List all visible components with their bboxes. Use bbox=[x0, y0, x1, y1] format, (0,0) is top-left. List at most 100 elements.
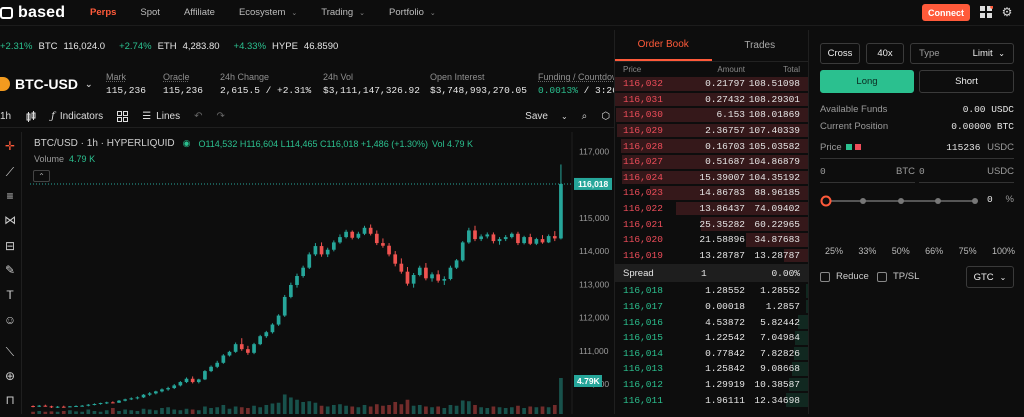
size-btc-input[interactable]: 0 BTC bbox=[820, 166, 915, 183]
collapse-legend-button[interactable]: ⌃ bbox=[33, 170, 50, 182]
percent-66[interactable]: 66% bbox=[925, 246, 943, 256]
stat-label: 24h Change bbox=[220, 72, 270, 82]
size-usdc-input[interactable]: 0 USDC bbox=[919, 166, 1014, 183]
parallel-channel-icon[interactable]: ⊟ bbox=[2, 238, 18, 254]
function-icon: ƒ bbox=[51, 111, 55, 122]
asks-row[interactable]: 116,031 0.27432 108.29301 bbox=[615, 92, 808, 108]
ticker-item-hype[interactable]: +4.33% HYPE 46.8590 bbox=[234, 41, 339, 52]
tpsl-checkbox[interactable]: TP/SL bbox=[877, 271, 919, 282]
pitchfork-icon[interactable]: ⋈ bbox=[2, 212, 18, 228]
asks-row[interactable]: 116,022 13.86437 74.09402 bbox=[615, 201, 808, 217]
bids-row[interactable]: 116,011 1.96111 12.34698 bbox=[615, 392, 808, 408]
interval-selector[interactable]: 1h bbox=[0, 111, 11, 122]
ticker-item-eth[interactable]: +2.74% ETH 4,283.80 bbox=[119, 41, 219, 52]
volume-bar bbox=[307, 401, 312, 414]
nav-affiliate[interactable]: Affiliate bbox=[172, 0, 227, 26]
asks-row[interactable]: 116,027 0.51687 104.86879 bbox=[615, 154, 808, 170]
asks-row[interactable]: 116,023 14.86783 88.96185 bbox=[615, 185, 808, 201]
candle-body bbox=[153, 391, 158, 394]
nav-spot[interactable]: Spot bbox=[128, 0, 172, 26]
candlestick-chart[interactable]: 117,000116,000115,000114,000113,000112,0… bbox=[22, 132, 614, 414]
bids-row[interactable]: 116,016 4.53872 5.82442 bbox=[615, 314, 808, 330]
horizontal-lines-icon[interactable]: ≡ bbox=[2, 188, 18, 204]
asks-row[interactable]: 116,021 25.35282 60.22965 bbox=[615, 216, 808, 232]
slider-percent-input[interactable]: 0% bbox=[987, 194, 1014, 205]
size-slider[interactable] bbox=[820, 194, 980, 208]
nav-perps[interactable]: Perps bbox=[78, 0, 128, 26]
candle-body bbox=[104, 402, 109, 404]
bids-row[interactable]: 116,018 1.28552 1.28552 bbox=[615, 283, 808, 299]
quick-search-button[interactable]: ⌕ bbox=[582, 111, 588, 122]
spread-value: 1 bbox=[701, 267, 707, 279]
tab-order-book[interactable]: Order Book bbox=[615, 30, 712, 61]
logo[interactable]: based bbox=[0, 4, 78, 22]
emoji-icon[interactable]: ☺ bbox=[2, 312, 18, 328]
volume-bar bbox=[111, 407, 115, 414]
crosshair-icon[interactable]: ✛ bbox=[2, 138, 18, 154]
trend-line-icon[interactable]: ⟋ bbox=[2, 164, 18, 180]
candle-body bbox=[467, 230, 471, 243]
asks-row[interactable]: 116,029 2.36757 107.40339 bbox=[615, 123, 808, 139]
bids-row[interactable]: 116,015 1.22542 7.04984 bbox=[615, 330, 808, 346]
bids-row[interactable]: 116,017 0.00018 1.2857 bbox=[615, 299, 808, 315]
brush-icon[interactable]: ✎ bbox=[2, 262, 18, 278]
nav-portfolio[interactable]: Portfolio ⌄ bbox=[377, 0, 448, 26]
long-button[interactable]: Long bbox=[820, 70, 914, 93]
ruler-icon[interactable]: ⟍ bbox=[2, 344, 18, 360]
volume-bar bbox=[479, 407, 483, 414]
settings-gear-icon[interactable]: ⚙ bbox=[1000, 5, 1014, 19]
asks-row[interactable]: 116,024 15.39007 104.35192 bbox=[615, 170, 808, 186]
indicators-button[interactable]: ƒ Indicators bbox=[51, 111, 103, 122]
save-button[interactable]: Save ⌄ bbox=[525, 111, 568, 122]
ticker-item-btc[interactable]: +2.31% BTC 116,024.0 bbox=[0, 41, 105, 52]
order-amount: 15.39007 bbox=[699, 171, 745, 183]
percent-33[interactable]: 33% bbox=[858, 246, 876, 256]
asks-row[interactable]: 116,020 21.58896 34.87683 bbox=[615, 232, 808, 248]
asks-row[interactable]: 116,028 0.16703 105.03582 bbox=[615, 138, 808, 154]
tab-trades[interactable]: Trades bbox=[712, 30, 809, 61]
connect-button[interactable]: Connect bbox=[922, 4, 970, 21]
volume-bar bbox=[546, 407, 551, 414]
asks-row[interactable]: 116,030 6.153 108.01869 bbox=[615, 107, 808, 123]
stat-value: $3,748,993,270.05 bbox=[430, 85, 527, 96]
leverage-button[interactable]: 40x bbox=[866, 43, 904, 64]
volume-bar bbox=[442, 407, 447, 414]
asks-row[interactable]: 116,019 13.28787 13.28787 bbox=[615, 248, 808, 264]
apps-grid-icon[interactable] bbox=[979, 5, 993, 19]
lines-button[interactable]: ☰ Lines bbox=[142, 111, 180, 122]
candle-body bbox=[331, 242, 336, 250]
percent-50[interactable]: 50% bbox=[892, 246, 910, 256]
reduce-checkbox[interactable]: Reduce bbox=[820, 271, 869, 282]
bids-row[interactable]: 116,013 1.25842 9.08668 bbox=[615, 361, 808, 377]
percent-75[interactable]: 75% bbox=[959, 246, 977, 256]
percent-100[interactable]: 100% bbox=[992, 246, 1015, 256]
candle-body bbox=[80, 405, 85, 407]
percent-25[interactable]: 25% bbox=[825, 246, 843, 256]
nav-ecosystem-label: Ecosystem bbox=[238, 7, 286, 18]
volume-bar bbox=[221, 404, 226, 414]
candle-body bbox=[546, 236, 551, 243]
order-type-select[interactable]: Type Limit ⌄ bbox=[910, 43, 1014, 64]
candle-body bbox=[479, 236, 483, 240]
text-icon[interactable]: T bbox=[2, 287, 18, 303]
time-in-force-select[interactable]: GTC ⌄ bbox=[966, 266, 1014, 288]
bids-row[interactable]: 116,014 0.77842 7.82826 bbox=[615, 346, 808, 362]
redo-button[interactable]: ↷ bbox=[216, 111, 224, 122]
nav-trading[interactable]: Trading ⌄ bbox=[309, 0, 377, 26]
layout-button[interactable] bbox=[117, 111, 129, 122]
nav-ecosystem[interactable]: Ecosystem ⌄ bbox=[227, 0, 309, 26]
zoom-in-icon[interactable]: ⊕ bbox=[2, 368, 18, 384]
magnet-icon[interactable]: ⊓ bbox=[2, 392, 18, 408]
price-chart[interactable]: 117,000116,000115,000114,000113,000112,0… bbox=[22, 132, 614, 414]
short-button[interactable]: Short bbox=[919, 70, 1014, 93]
volume-bar bbox=[160, 407, 164, 414]
margin-mode-button[interactable]: Cross bbox=[820, 43, 860, 64]
chart-settings-button[interactable]: ⬡ bbox=[601, 111, 610, 122]
price-input[interactable]: Price 115236 USDC bbox=[820, 142, 1014, 159]
undo-button[interactable]: ↶ bbox=[194, 111, 202, 122]
bids-row[interactable]: 116,012 1.29919 10.38587 bbox=[615, 377, 808, 393]
pair-selector[interactable]: BTC-USD ⌄ bbox=[0, 76, 106, 92]
candle-type-button[interactable] bbox=[25, 110, 37, 123]
candle-body bbox=[424, 267, 428, 279]
asks-row[interactable]: 116,032 0.21797 108.51098 bbox=[615, 76, 808, 92]
